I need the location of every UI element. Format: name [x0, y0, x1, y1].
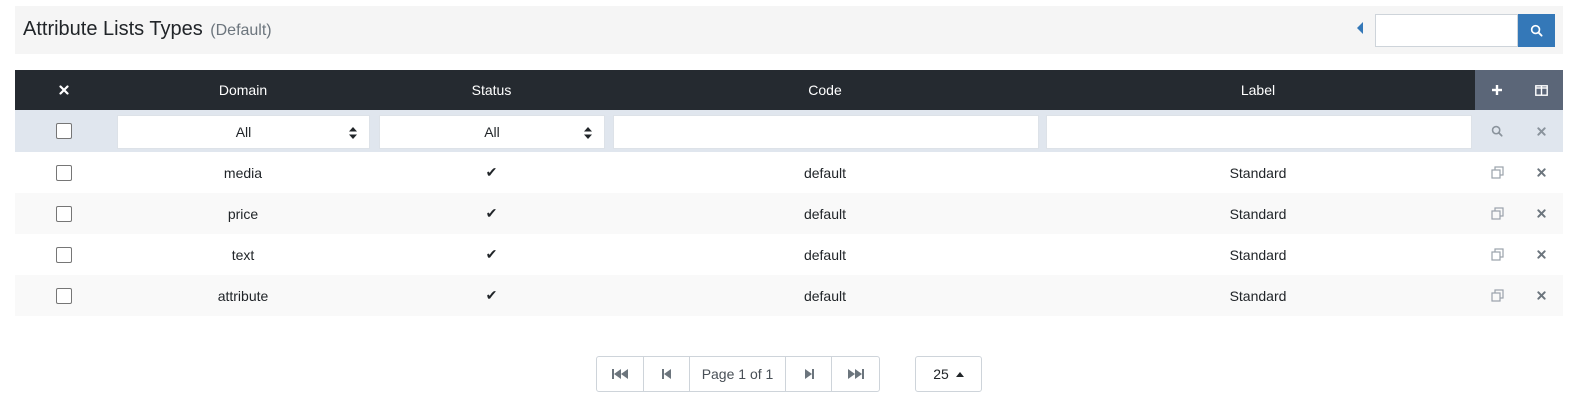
close-icon — [58, 85, 69, 95]
pagination: Page 1 of 1 — [596, 356, 880, 392]
plus-icon — [1492, 85, 1502, 95]
row-select-cell — [15, 152, 112, 193]
first-page-button[interactable] — [597, 357, 644, 391]
previous-page-button[interactable] — [644, 357, 691, 391]
sort-arrows-icon — [584, 127, 592, 139]
cell-code: default — [803, 164, 847, 181]
sort-arrows-icon — [349, 127, 357, 139]
table-row[interactable]: price ✔ default Standard — [15, 193, 1563, 234]
next-page-icon — [804, 369, 814, 379]
row-checkbox[interactable] — [55, 164, 72, 181]
close-icon — [1536, 168, 1546, 177]
delete-button[interactable] — [1519, 234, 1563, 275]
status-check-icon: ✔ — [485, 205, 498, 221]
close-icon — [1536, 291, 1546, 300]
label-filter-input[interactable] — [1046, 115, 1472, 149]
column-header-label[interactable]: Label — [1041, 70, 1475, 110]
row-select-cell — [15, 275, 112, 316]
status-filter-value: All — [484, 124, 500, 140]
page-indicator: Page 1 of 1 — [690, 357, 786, 391]
page-header: Attribute Lists Types (Default) — [15, 6, 1563, 54]
last-page-icon — [847, 369, 864, 379]
copy-icon — [1490, 289, 1504, 302]
table-row[interactable]: attribute ✔ default Standard — [15, 275, 1563, 316]
copy-button[interactable] — [1475, 193, 1519, 234]
domain-filter-value: All — [235, 124, 252, 140]
copy-icon — [1490, 248, 1504, 261]
filter-row: All All — [15, 110, 1563, 152]
select-all-cell — [15, 110, 112, 152]
table-header: Domain Status Code Label — [15, 70, 1563, 110]
data-table: Domain Status Code Label All All media ✔… — [15, 70, 1563, 316]
page-size-value: 25 — [933, 366, 949, 382]
table-row[interactable]: media ✔ default Standard — [15, 152, 1563, 193]
column-header-status[interactable]: Status — [374, 70, 609, 110]
table-row[interactable]: text ✔ default Standard — [15, 234, 1563, 275]
reset-filter-button[interactable] — [1519, 110, 1563, 152]
previous-page-icon — [661, 369, 671, 379]
search-input[interactable] — [1375, 14, 1518, 47]
apply-filter-button[interactable] — [1475, 110, 1519, 152]
caret-up-icon — [955, 371, 964, 377]
page-title: Attribute Lists Types (Default) — [23, 18, 272, 41]
copy-icon — [1490, 166, 1504, 179]
page-size-dropdown[interactable]: 25 — [915, 356, 982, 392]
cell-domain: price — [227, 205, 259, 222]
status-check-icon: ✔ — [485, 287, 498, 303]
cell-code: default — [803, 246, 847, 263]
status-filter-select[interactable]: All — [379, 115, 605, 149]
add-button[interactable] — [1475, 70, 1519, 110]
cell-label: Standard — [1229, 164, 1287, 181]
domain-filter-select[interactable]: All — [117, 115, 370, 149]
delete-button[interactable] — [1519, 152, 1563, 193]
search-icon — [1491, 125, 1503, 137]
status-check-icon: ✔ — [485, 246, 498, 262]
copy-button[interactable] — [1475, 234, 1519, 275]
cell-label: Standard — [1229, 287, 1287, 304]
columns-toggle-button[interactable] — [1519, 70, 1563, 110]
column-header-code[interactable]: Code — [609, 70, 1041, 110]
cell-code: default — [803, 205, 847, 222]
cell-domain: media — [223, 164, 263, 181]
copy-button[interactable] — [1475, 152, 1519, 193]
cell-label: Standard — [1229, 205, 1287, 222]
page-title-text: Attribute Lists Types — [23, 18, 203, 40]
status-check-icon: ✔ — [485, 164, 498, 180]
caret-left-icon[interactable] — [1355, 21, 1367, 39]
close-icon — [1536, 250, 1546, 259]
close-icon — [1536, 126, 1546, 136]
page-subtitle: (Default) — [210, 22, 272, 39]
row-select-cell — [15, 234, 112, 275]
last-page-button[interactable] — [832, 357, 879, 391]
first-page-icon — [611, 369, 628, 379]
close-icon — [1536, 209, 1546, 218]
next-page-button[interactable] — [786, 357, 833, 391]
header-actions — [1475, 70, 1563, 110]
copy-button[interactable] — [1475, 275, 1519, 316]
cell-domain: attribute — [217, 287, 269, 304]
copy-icon — [1490, 207, 1504, 220]
row-checkbox[interactable] — [55, 287, 72, 304]
cell-code: default — [803, 287, 847, 304]
code-filter-input[interactable] — [613, 115, 1039, 149]
cell-domain: text — [231, 246, 255, 263]
columns-icon — [1534, 84, 1548, 96]
column-header-domain[interactable]: Domain — [112, 70, 374, 110]
select-all-checkbox[interactable] — [55, 123, 72, 139]
row-select-cell — [15, 193, 112, 234]
delete-button[interactable] — [1519, 275, 1563, 316]
cell-label: Standard — [1229, 246, 1287, 263]
row-checkbox[interactable] — [55, 205, 72, 222]
delete-button[interactable] — [1519, 193, 1563, 234]
search-icon — [1530, 24, 1543, 37]
search-button[interactable] — [1518, 14, 1555, 47]
clear-filters-button[interactable] — [15, 70, 112, 110]
row-checkbox[interactable] — [55, 246, 72, 263]
